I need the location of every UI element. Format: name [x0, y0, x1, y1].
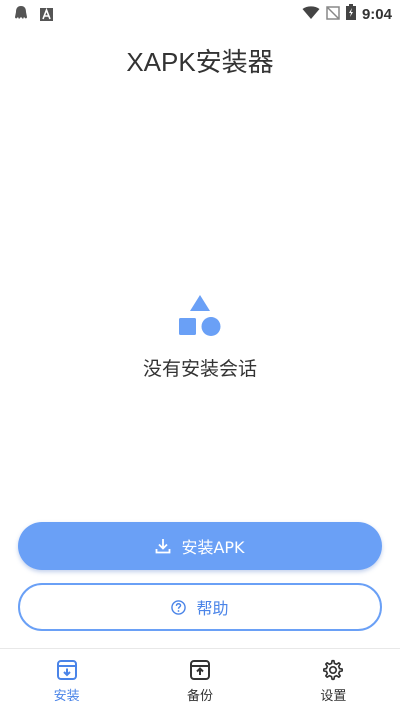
font-a-icon: [40, 6, 53, 25]
download-icon: [156, 539, 171, 554]
bottom-nav: 安装 备份 设置: [0, 648, 400, 712]
status-time: 9:04: [361, 5, 392, 23]
notification-ghost-icon: [14, 5, 28, 25]
nav-item-install[interactable]: 安装: [0, 649, 133, 712]
shapes-icon: [179, 295, 221, 336]
no-signal-icon: [326, 5, 340, 24]
page-title: XAPK安装器: [126, 47, 274, 77]
nav-item-backup[interactable]: 备份: [133, 649, 266, 712]
install-apk-label: 安装APK: [181, 538, 245, 557]
backup-box-icon: [189, 660, 210, 680]
battery-charging-icon: [345, 4, 356, 24]
question-circle-icon: [171, 599, 187, 615]
empty-state: 没有安装会话: [0, 294, 400, 381]
wifi-icon: [302, 5, 320, 24]
nav-label-settings: 设置: [320, 689, 347, 704]
nav-label-backup: 备份: [186, 689, 213, 704]
empty-state-message: 没有安装会话: [142, 358, 257, 380]
install-apk-button[interactable]: 安装APK: [18, 522, 382, 570]
status-bar: 9:04: [0, 0, 400, 28]
nav-item-settings[interactable]: 设置: [267, 649, 400, 712]
help-button[interactable]: 帮助: [18, 583, 382, 631]
install-box-icon: [56, 660, 77, 680]
help-label: 帮助: [196, 599, 229, 618]
gear-icon: [323, 659, 344, 681]
nav-label-install: 安装: [53, 689, 80, 704]
